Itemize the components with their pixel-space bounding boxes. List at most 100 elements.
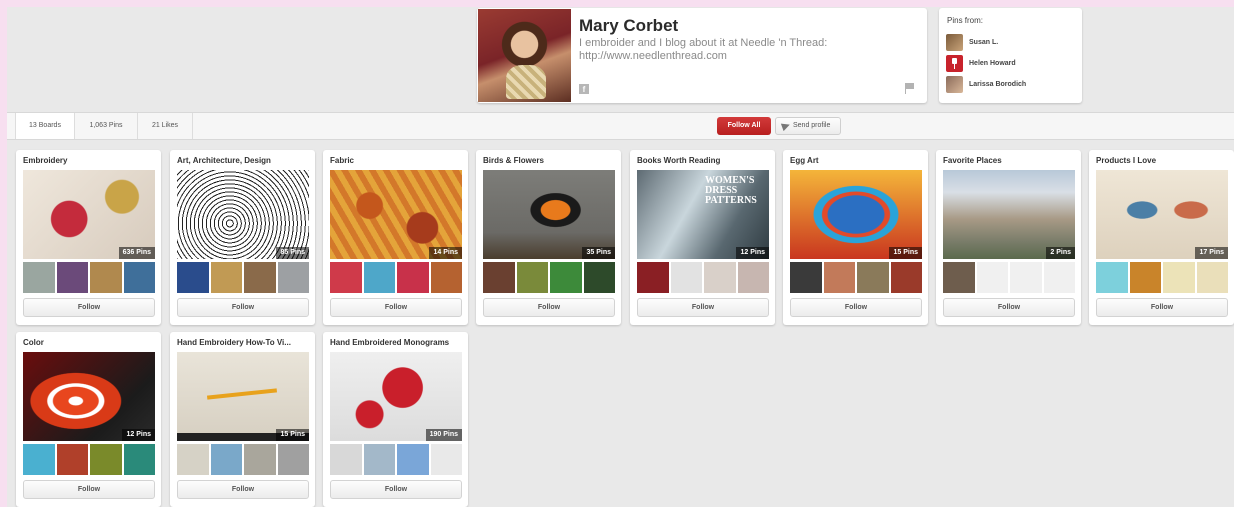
- board-thumb[interactable]: [277, 444, 309, 475]
- board-title[interactable]: Hand Embroidered Monograms: [330, 338, 462, 347]
- board-thumb[interactable]: [483, 262, 515, 293]
- board-card[interactable]: Books Worth Reading WOMEN'S DRESS PATTER…: [630, 150, 775, 325]
- board-thumb[interactable]: [397, 262, 429, 293]
- board-card[interactable]: Hand Embroidery How-To Vi... 15 Pins Fol…: [170, 332, 315, 507]
- board-follow-button[interactable]: Follow: [23, 298, 155, 317]
- board-card[interactable]: Birds & Flowers 35 Pins Follow: [476, 150, 621, 325]
- board-thumb[interactable]: [123, 262, 155, 293]
- board-thumb[interactable]: [1096, 262, 1128, 293]
- board-follow-button[interactable]: Follow: [483, 298, 615, 317]
- board-card[interactable]: Fabric 14 Pins Follow: [323, 150, 468, 325]
- board-thumb[interactable]: [56, 262, 88, 293]
- tab-pins[interactable]: 1,063 Pins: [75, 113, 138, 139]
- board-title[interactable]: Egg Art: [790, 156, 922, 165]
- board-thumb[interactable]: [90, 444, 122, 475]
- board-follow-button[interactable]: Follow: [943, 298, 1075, 317]
- board-thumb[interactable]: [177, 444, 209, 475]
- board-thumb[interactable]: [397, 444, 429, 475]
- board-cover[interactable]: 14 Pins: [330, 170, 462, 259]
- tab-boards[interactable]: 13 Boards: [15, 113, 75, 139]
- board-card[interactable]: Art, Architecture, Design 85 Pins Follow: [170, 150, 315, 325]
- board-cover[interactable]: 12 Pins: [23, 352, 155, 441]
- board-follow-button[interactable]: Follow: [23, 480, 155, 499]
- board-title[interactable]: Color: [23, 338, 155, 347]
- board-follow-button[interactable]: Follow: [330, 480, 462, 499]
- board-follow-button[interactable]: Follow: [790, 298, 922, 317]
- board-cover[interactable]: 35 Pins: [483, 170, 615, 259]
- board-thumb[interactable]: [583, 262, 615, 293]
- board-thumb[interactable]: [90, 262, 122, 293]
- board-cover[interactable]: 636 Pins: [23, 170, 155, 259]
- board-cover[interactable]: 15 Pins: [177, 352, 309, 441]
- board-title[interactable]: Products I Love: [1096, 156, 1228, 165]
- profile-avatar[interactable]: [478, 9, 571, 102]
- board-thumb[interactable]: [790, 262, 822, 293]
- board-thumb[interactable]: [244, 262, 276, 293]
- board-thumb[interactable]: [123, 444, 155, 475]
- board-title[interactable]: Hand Embroidery How-To Vi...: [177, 338, 309, 347]
- follow-all-button[interactable]: Follow All: [717, 117, 771, 135]
- board-cover[interactable]: 190 Pins: [330, 352, 462, 441]
- board-thumb[interactable]: [56, 444, 88, 475]
- board-follow-button[interactable]: Follow: [177, 480, 309, 499]
- board-card[interactable]: Egg Art 15 Pins Follow: [783, 150, 928, 325]
- profile-card: Mary Corbet I embroider and I blog about…: [477, 8, 927, 103]
- board-title[interactable]: Embroidery: [23, 156, 155, 165]
- board-thumb[interactable]: [823, 262, 855, 293]
- board-thumbnails: [23, 444, 155, 475]
- board-title[interactable]: Birds & Flowers: [483, 156, 615, 165]
- board-thumb[interactable]: [737, 262, 769, 293]
- board-title[interactable]: Fabric: [330, 156, 462, 165]
- board-cover[interactable]: 2 Pins: [943, 170, 1075, 259]
- board-cover[interactable]: 85 Pins: [177, 170, 309, 259]
- board-title[interactable]: Art, Architecture, Design: [177, 156, 309, 165]
- board-thumb[interactable]: [1129, 262, 1161, 293]
- board-thumb[interactable]: [244, 444, 276, 475]
- board-thumb[interactable]: [363, 444, 395, 475]
- send-profile-button[interactable]: Send profile: [775, 117, 841, 135]
- board-thumb[interactable]: [210, 444, 242, 475]
- board-cover[interactable]: WOMEN'S DRESS PATTERNS 12 Pins: [637, 170, 769, 259]
- board-card[interactable]: Hand Embroidered Monograms 190 Pins Foll…: [323, 332, 468, 507]
- tab-likes[interactable]: 21 Likes: [138, 113, 193, 139]
- board-thumb[interactable]: [890, 262, 922, 293]
- facebook-icon[interactable]: f: [579, 84, 589, 94]
- pin-count-badge: 12 Pins: [736, 247, 769, 259]
- board-follow-button[interactable]: Follow: [637, 298, 769, 317]
- board-card[interactable]: Products I Love 17 Pins Follow: [1089, 150, 1234, 325]
- board-thumb[interactable]: [430, 444, 462, 475]
- board-thumb[interactable]: [670, 262, 702, 293]
- pins-from-item[interactable]: Larissa Borodich: [946, 75, 1026, 93]
- board-thumb[interactable]: [277, 262, 309, 293]
- board-thumb[interactable]: [430, 262, 462, 293]
- board-cover[interactable]: 15 Pins: [790, 170, 922, 259]
- board-thumb[interactable]: [330, 262, 362, 293]
- flag-icon[interactable]: [905, 83, 914, 94]
- board-thumb[interactable]: [943, 262, 975, 293]
- board-thumb[interactable]: [23, 262, 55, 293]
- board-follow-button[interactable]: Follow: [1096, 298, 1228, 317]
- board-card[interactable]: Embroidery 636 Pins Follow: [16, 150, 161, 325]
- board-follow-button[interactable]: Follow: [177, 298, 309, 317]
- board-thumb[interactable]: [23, 444, 55, 475]
- board-follow-button[interactable]: Follow: [330, 298, 462, 317]
- board-thumb[interactable]: [516, 262, 548, 293]
- board-card[interactable]: Color 12 Pins Follow: [16, 332, 161, 507]
- board-thumb[interactable]: [363, 262, 395, 293]
- board-thumb[interactable]: [550, 262, 582, 293]
- board-thumb[interactable]: [704, 262, 736, 293]
- board-thumb[interactable]: [1163, 262, 1195, 293]
- pins-from-item[interactable]: Helen Howard: [946, 54, 1016, 72]
- board-cover[interactable]: 17 Pins: [1096, 170, 1228, 259]
- board-thumb[interactable]: [637, 262, 669, 293]
- board-card[interactable]: Favorite Places 2 Pins Follow: [936, 150, 1081, 325]
- board-title[interactable]: Favorite Places: [943, 156, 1075, 165]
- board-thumb[interactable]: [330, 444, 362, 475]
- board-thumb[interactable]: [857, 262, 889, 293]
- board-title[interactable]: Books Worth Reading: [637, 156, 769, 165]
- pins-from-avatar: [946, 33, 963, 51]
- board-thumb[interactable]: [210, 262, 242, 293]
- pins-from-item[interactable]: Susan L.: [946, 33, 998, 51]
- board-thumb[interactable]: [177, 262, 209, 293]
- board-thumb[interactable]: [1196, 262, 1228, 293]
